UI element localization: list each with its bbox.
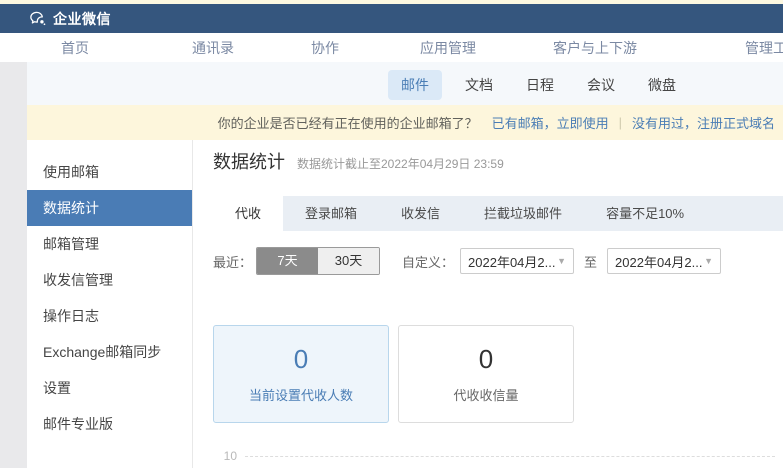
subnav-tab-mail[interactable]: 邮件 — [388, 70, 442, 100]
chart-y-tick: 10 — [213, 449, 237, 463]
sidebar-item-use-mailbox[interactable]: 使用邮箱 — [27, 154, 192, 190]
stat-value: 0 — [294, 344, 308, 375]
nav-item-app-management[interactable]: 应用管理 — [420, 38, 476, 58]
brand-title: 企业微信 — [53, 9, 111, 29]
stat-label: 代收收信量 — [453, 385, 518, 404]
app-header: 企业微信 — [0, 4, 783, 33]
stat-value: 0 — [479, 344, 493, 375]
page-title: 数据统计 — [213, 148, 285, 174]
tab-send-receive[interactable]: 收发信 — [379, 196, 462, 231]
left-gutter — [0, 62, 27, 468]
stat-cards: 0 当前设置代收人数 0 代收收信量 — [213, 325, 775, 423]
sidebar-item-send-receive-management[interactable]: 收发信管理 — [27, 262, 192, 298]
stats-tabbar: 代收 登录邮箱 收发信 拦截垃圾邮件 容量不足10% — [213, 196, 783, 231]
stat-card-proxy-received[interactable]: 0 代收收信量 — [398, 325, 574, 423]
page-body: 使用邮箱 数据统计 邮箱管理 收发信管理 操作日志 Exchange邮箱同步 设… — [27, 140, 783, 468]
sidebar-item-mail-pro[interactable]: 邮件专业版 — [27, 406, 192, 442]
date-from-value: 2022年04月2... — [468, 252, 555, 271]
subnav-tab-meeting[interactable]: 会议 — [574, 70, 628, 100]
wecom-bubble-icon — [28, 9, 47, 28]
nav-item-collaboration[interactable]: 协作 — [311, 38, 339, 58]
banner-question: 你的企业是否已经有正在使用的企业邮箱了？ — [218, 113, 478, 132]
tab-proxy-receive[interactable]: 代收 — [213, 196, 283, 231]
title-row: 数据统计 数据统计截止至2022年04月29日 23:59 — [213, 148, 775, 176]
page-subtitle: 数据统计截止至2022年04月29日 23:59 — [297, 155, 504, 172]
filter-row: 最近： 7天 30天 自定义： 2022年04月2... ▼ 至 2022年04… — [213, 247, 775, 275]
custom-range-label: 自定义： — [402, 252, 454, 271]
nav-item-admin-tools[interactable]: 管理工具 — [745, 38, 783, 58]
banner-divider: | — [619, 115, 622, 130]
secondary-nav: 邮件 文档 日程 会议 微盘 — [27, 62, 783, 105]
chevron-down-icon: ▼ — [704, 256, 713, 266]
sidebar-item-operation-log[interactable]: 操作日志 — [27, 298, 192, 334]
date-to-select[interactable]: 2022年04月2... ▼ — [607, 248, 721, 274]
chart-top-row: 10 — [213, 449, 775, 463]
stat-label: 当前设置代收人数 — [249, 385, 353, 404]
sidebar-item-data-statistics[interactable]: 数据统计 — [27, 190, 192, 226]
to-label: 至 — [584, 252, 597, 271]
range-30days-button[interactable]: 30天 — [318, 248, 379, 274]
sidebar: 使用邮箱 数据统计 邮箱管理 收发信管理 操作日志 Exchange邮箱同步 设… — [27, 140, 193, 468]
range-7days-button[interactable]: 7天 — [257, 248, 318, 274]
nav-item-customers[interactable]: 客户与上下游 — [553, 38, 637, 58]
recent-label: 最近： — [213, 252, 252, 271]
banner-link-use-existing[interactable]: 已有邮箱，立即使用 — [492, 113, 609, 132]
date-to-value: 2022年04月2... — [615, 252, 702, 271]
mailbox-promo-banner: 你的企业是否已经有正在使用的企业邮箱了？ 已有邮箱，立即使用 | 没有用过，注册… — [27, 105, 783, 140]
sidebar-item-exchange-sync[interactable]: Exchange邮箱同步 — [27, 334, 192, 370]
primary-nav: 首页 通讯录 协作 应用管理 客户与上下游 管理工具 — [0, 33, 783, 62]
subnav-tab-docs[interactable]: 文档 — [452, 70, 506, 100]
sidebar-item-settings[interactable]: 设置 — [27, 370, 192, 406]
tab-spam-intercept[interactable]: 拦截垃圾邮件 — [462, 196, 584, 231]
tab-low-capacity[interactable]: 容量不足10% — [584, 196, 706, 231]
range-segmented-control: 7天 30天 — [256, 247, 380, 275]
subnav-tab-drive[interactable]: 微盘 — [635, 70, 689, 100]
stat-card-proxy-users[interactable]: 0 当前设置代收人数 — [213, 325, 389, 423]
chevron-down-icon: ▼ — [557, 256, 566, 266]
nav-item-home[interactable]: 首页 — [61, 38, 89, 58]
tab-login-mailbox[interactable]: 登录邮箱 — [283, 196, 379, 231]
subnav-tab-calendar[interactable]: 日程 — [513, 70, 567, 100]
banner-link-register-domain[interactable]: 没有用过，注册正式域名 — [632, 113, 775, 132]
date-from-select[interactable]: 2022年04月2... ▼ — [460, 248, 574, 274]
nav-item-contacts[interactable]: 通讯录 — [192, 38, 234, 58]
main-content: 数据统计 数据统计截止至2022年04月29日 23:59 代收 登录邮箱 收发… — [193, 140, 783, 468]
chart-gridline — [245, 456, 775, 457]
sidebar-item-mailbox-management[interactable]: 邮箱管理 — [27, 226, 192, 262]
